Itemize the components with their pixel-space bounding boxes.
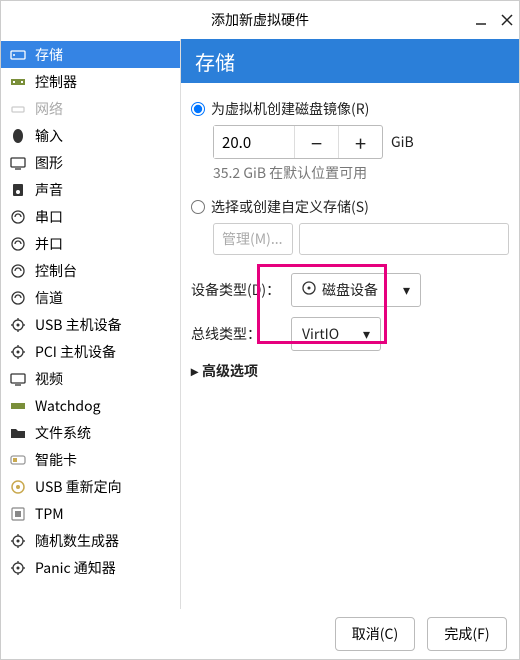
sound-icon — [9, 181, 27, 199]
disk-icon — [302, 280, 316, 300]
sidebar-item-label: 串口 — [35, 207, 63, 227]
sidebar-item-label: Panic 通知器 — [35, 558, 116, 578]
advanced-label: 高级选项 — [202, 361, 258, 381]
parallel-icon — [9, 235, 27, 253]
sidebar-item-tpm[interactable]: TPM — [1, 500, 180, 527]
pci-host-icon — [9, 343, 27, 361]
graphics-icon — [9, 154, 27, 172]
sidebar-item-label: 网络 — [35, 99, 63, 119]
sidebar-item-rng[interactable]: 随机数生成器 — [1, 527, 180, 554]
bus-type-combo[interactable]: VirtIO ▾ — [291, 317, 381, 351]
manage-button — [213, 223, 293, 255]
sidebar-item-label: 控制台 — [35, 261, 77, 281]
sidebar-item-usb-host[interactable]: USB 主机设备 — [1, 311, 180, 338]
sidebar-item-label: 图形 — [35, 153, 63, 173]
sidebar-item-channel[interactable]: 信道 — [1, 284, 180, 311]
sidebar-item-controller[interactable]: 控制器 — [1, 68, 180, 95]
sidebar-item-panic[interactable]: Panic 通知器 — [1, 554, 180, 581]
rng-icon — [9, 532, 27, 550]
size-spinner[interactable]: − + — [213, 125, 383, 159]
sidebar-item-label: USB 主机设备 — [35, 315, 122, 335]
sidebar-item-storage[interactable]: 存储 — [1, 41, 180, 68]
bus-type-label: 总线类型： — [191, 324, 281, 344]
sidebar-item-label: 智能卡 — [35, 450, 77, 470]
sidebar-item-label: PCI 主机设备 — [35, 342, 116, 362]
advanced-expander[interactable]: ▸ 高级选项 — [191, 361, 509, 381]
radio-custom-storage-label: 选择或创建自定义存储(S) — [211, 197, 369, 217]
sidebar-item-pci-host[interactable]: PCI 主机设备 — [1, 338, 180, 365]
radio-custom-storage-input[interactable] — [191, 200, 205, 214]
input-icon — [9, 127, 27, 145]
footer: 取消(C) 完成(F) — [1, 609, 519, 659]
sidebar-item-graphics[interactable]: 图形 — [1, 149, 180, 176]
sidebar-item-label: 信道 — [35, 288, 63, 308]
size-input[interactable] — [214, 126, 294, 158]
minimize-icon[interactable] — [475, 14, 487, 26]
sidebar-item-label: 随机数生成器 — [35, 531, 119, 551]
network-icon — [9, 100, 27, 118]
watchdog-icon — [9, 397, 27, 415]
available-hint: 35.2 GiB 在默认位置可用 — [213, 163, 509, 183]
radio-create-image-input[interactable] — [191, 102, 205, 116]
device-type-value: 磁盘设备 — [322, 280, 378, 300]
custom-path-input — [299, 223, 509, 255]
sidebar-item-input[interactable]: 输入 — [1, 122, 180, 149]
sidebar-item-network[interactable]: 网络 — [1, 95, 180, 122]
sidebar-item-watchdog[interactable]: Watchdog — [1, 392, 180, 419]
radio-create-image-label: 为虚拟机创建磁盘镜像(R) — [211, 99, 369, 119]
controller-icon — [9, 73, 27, 91]
sidebar-item-label: 视频 — [35, 369, 63, 389]
console-icon — [9, 262, 27, 280]
chevron-down-icon: ▾ — [363, 324, 370, 344]
device-type-label: 设备类型(D)： — [191, 280, 281, 300]
sidebar-item-serial[interactable]: 串口 — [1, 203, 180, 230]
finish-button[interactable]: 完成(F) — [427, 617, 507, 651]
sidebar-item-label: 控制器 — [35, 72, 77, 92]
storage-icon — [9, 46, 27, 64]
video-icon — [9, 370, 27, 388]
sidebar-item-label: USB 重新定向 — [35, 477, 122, 497]
chevron-right-icon: ▸ — [191, 361, 198, 381]
sidebar-item-usb-redir[interactable]: USB 重新定向 — [1, 473, 180, 500]
chevron-down-icon: ▾ — [403, 280, 410, 300]
sidebar-item-label: 文件系统 — [35, 423, 91, 443]
sidebar-item-label: TPM — [35, 504, 64, 524]
titlebar: 添加新虚拟硬件 — [1, 1, 519, 39]
radio-create-image[interactable]: 为虚拟机创建磁盘镜像(R) — [191, 99, 509, 119]
device-type-combo[interactable]: 磁盘设备 ▾ — [291, 273, 421, 307]
sidebar-item-label: 存储 — [35, 45, 63, 65]
usb-redir-icon — [9, 478, 27, 496]
sidebar-item-label: 声音 — [35, 180, 63, 200]
cancel-button[interactable]: 取消(C) — [335, 617, 415, 651]
size-unit: GiB — [391, 132, 414, 152]
radio-custom-storage[interactable]: 选择或创建自定义存储(S) — [191, 197, 509, 217]
size-decrement[interactable]: − — [295, 126, 338, 158]
sidebar-item-filesystem[interactable]: 文件系统 — [1, 419, 180, 446]
sidebar-item-smartcard[interactable]: 智能卡 — [1, 446, 180, 473]
close-icon[interactable] — [501, 14, 513, 26]
sidebar-item-console[interactable]: 控制台 — [1, 257, 180, 284]
bus-type-value: VirtIO — [302, 324, 339, 344]
panic-icon — [9, 559, 27, 577]
sidebar-item-label: 输入 — [35, 126, 63, 146]
sidebar-item-label: Watchdog — [35, 396, 100, 416]
window-title: 添加新虚拟硬件 — [211, 10, 309, 30]
sidebar: 存储控制器网络输入图形声音串口并口控制台信道 USB 主机设备 PCI 主机设备视频… — [1, 39, 181, 609]
usb-host-icon — [9, 316, 27, 334]
tpm-icon — [9, 505, 27, 523]
filesystem-icon — [9, 424, 27, 442]
sidebar-item-parallel[interactable]: 并口 — [1, 230, 180, 257]
panel-title: 存储 — [181, 39, 519, 83]
serial-icon — [9, 208, 27, 226]
sidebar-item-video[interactable]: 视频 — [1, 365, 180, 392]
channel-icon — [9, 289, 27, 307]
size-increment[interactable]: + — [339, 126, 382, 158]
smartcard-icon — [9, 451, 27, 469]
sidebar-item-sound[interactable]: 声音 — [1, 176, 180, 203]
sidebar-item-label: 并口 — [35, 234, 63, 254]
